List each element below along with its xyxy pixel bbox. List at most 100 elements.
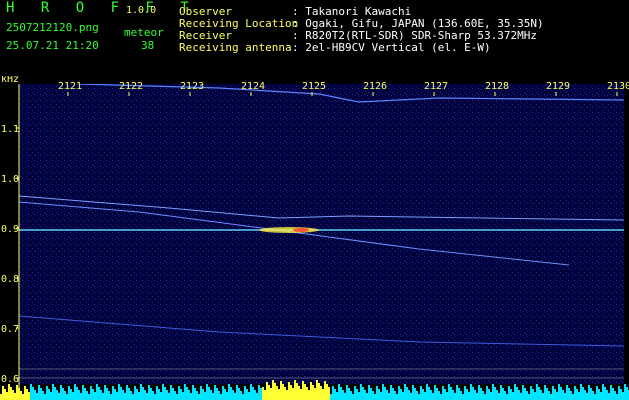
noise-bar xyxy=(588,385,590,400)
noise-bar xyxy=(152,391,154,400)
y-axis-unit: kHz xyxy=(1,76,19,85)
noise-bar xyxy=(398,386,400,400)
axis-overlay: kHz 2121 2122 2123 2124 2125 2126 2127 2128 2129… xyxy=(0,76,629,400)
noise-bar xyxy=(506,394,508,400)
noise-bar xyxy=(96,384,98,400)
noise-bar xyxy=(72,392,74,400)
noise-bar xyxy=(432,393,434,400)
noise-bar xyxy=(400,389,402,400)
freq-tick-label: 0.7 xyxy=(1,324,19,335)
noise-bar xyxy=(582,387,584,400)
noise-bar xyxy=(172,388,174,400)
noise-bar xyxy=(56,390,58,400)
noise-bar xyxy=(290,385,292,400)
noise-bar xyxy=(2,386,4,400)
noise-bar xyxy=(28,392,30,400)
noise-bar xyxy=(476,393,478,400)
noise-bar xyxy=(70,389,72,400)
noise-bar xyxy=(318,383,320,400)
noise-bar xyxy=(294,380,296,400)
freq-tick-group: 1.1 1.0 0.9 0.8 0.7 0.6 xyxy=(1,124,19,385)
noise-bar xyxy=(454,393,456,400)
noise-bar xyxy=(114,389,116,400)
noise-bar xyxy=(120,387,122,400)
noise-bar xyxy=(532,389,534,400)
noise-bar xyxy=(356,389,358,400)
time-tick-label: 2124 xyxy=(241,81,265,92)
noise-bar xyxy=(286,390,288,400)
freq-tick-label: 0.9 xyxy=(1,224,19,235)
noise-bar xyxy=(160,392,162,400)
noise-bar xyxy=(366,393,368,400)
noise-bar xyxy=(336,392,338,400)
noise-bar xyxy=(132,394,134,400)
noise-bar xyxy=(48,389,50,400)
noise-bar xyxy=(440,394,442,400)
noise-bar xyxy=(226,392,228,400)
noise-bar xyxy=(198,394,200,400)
noise-bar xyxy=(580,384,582,400)
noise-bar xyxy=(488,389,490,400)
noise-bar xyxy=(20,391,22,400)
app-logo: H R O F F T xyxy=(6,0,198,16)
noise-bar xyxy=(110,394,112,400)
noise-bar xyxy=(148,385,150,400)
noise-bar xyxy=(520,393,522,400)
noise-bar xyxy=(280,381,282,400)
noise-bar xyxy=(74,384,76,400)
noise-bar xyxy=(444,389,446,400)
noise-bar xyxy=(436,388,438,400)
noise-bar xyxy=(504,391,506,400)
noise-bar xyxy=(470,384,472,400)
noise-bar xyxy=(238,388,240,400)
noise-bar xyxy=(434,385,436,400)
noise-bar xyxy=(230,387,232,400)
noise-bar xyxy=(122,390,124,400)
noise-bar xyxy=(18,388,20,400)
noise-bar xyxy=(178,386,180,400)
noise-bar xyxy=(192,385,194,400)
noise-bar xyxy=(208,387,210,400)
noise-bar xyxy=(264,390,266,400)
noise-bar xyxy=(536,384,538,400)
noise-bar xyxy=(182,392,184,400)
freq-tick-label: 1.0 xyxy=(1,174,19,185)
noise-bar xyxy=(556,392,558,400)
noise-bar xyxy=(136,389,138,400)
noise-bar xyxy=(300,389,302,400)
noise-bar xyxy=(496,390,498,400)
noise-bar xyxy=(34,390,36,400)
noise-bar xyxy=(310,382,312,400)
noise-bar xyxy=(442,386,444,400)
noise-bar xyxy=(374,394,376,400)
noise-bar xyxy=(518,390,520,400)
noise-bar xyxy=(272,380,274,400)
noise-bar xyxy=(552,386,554,400)
freq-tick-label: 1.1 xyxy=(1,124,19,135)
noise-bar xyxy=(306,387,308,400)
noise-bar xyxy=(216,388,218,400)
noise-bar xyxy=(104,385,106,400)
noise-bar xyxy=(222,386,224,400)
noise-bar xyxy=(68,386,70,400)
noise-bar xyxy=(538,387,540,400)
noise-bar xyxy=(250,384,252,400)
noise-bar xyxy=(248,392,250,400)
noise-bar xyxy=(564,393,566,400)
noise-bar xyxy=(392,388,394,400)
noise-bar xyxy=(512,392,514,400)
noise-bar xyxy=(24,386,26,400)
noise-bar xyxy=(32,387,34,400)
noise-bar xyxy=(78,390,80,400)
noise-bar xyxy=(390,385,392,400)
noise-bar xyxy=(562,390,564,400)
noise-bar xyxy=(196,391,198,400)
noise-bar xyxy=(528,394,530,400)
noise-bar xyxy=(102,393,104,400)
noise-bar xyxy=(468,392,470,400)
noise-bar xyxy=(12,390,14,400)
noise-bar xyxy=(246,389,248,400)
freq-tick-label: 0.6 xyxy=(1,374,19,385)
noise-bar xyxy=(80,393,82,400)
noise-bar xyxy=(428,387,430,400)
